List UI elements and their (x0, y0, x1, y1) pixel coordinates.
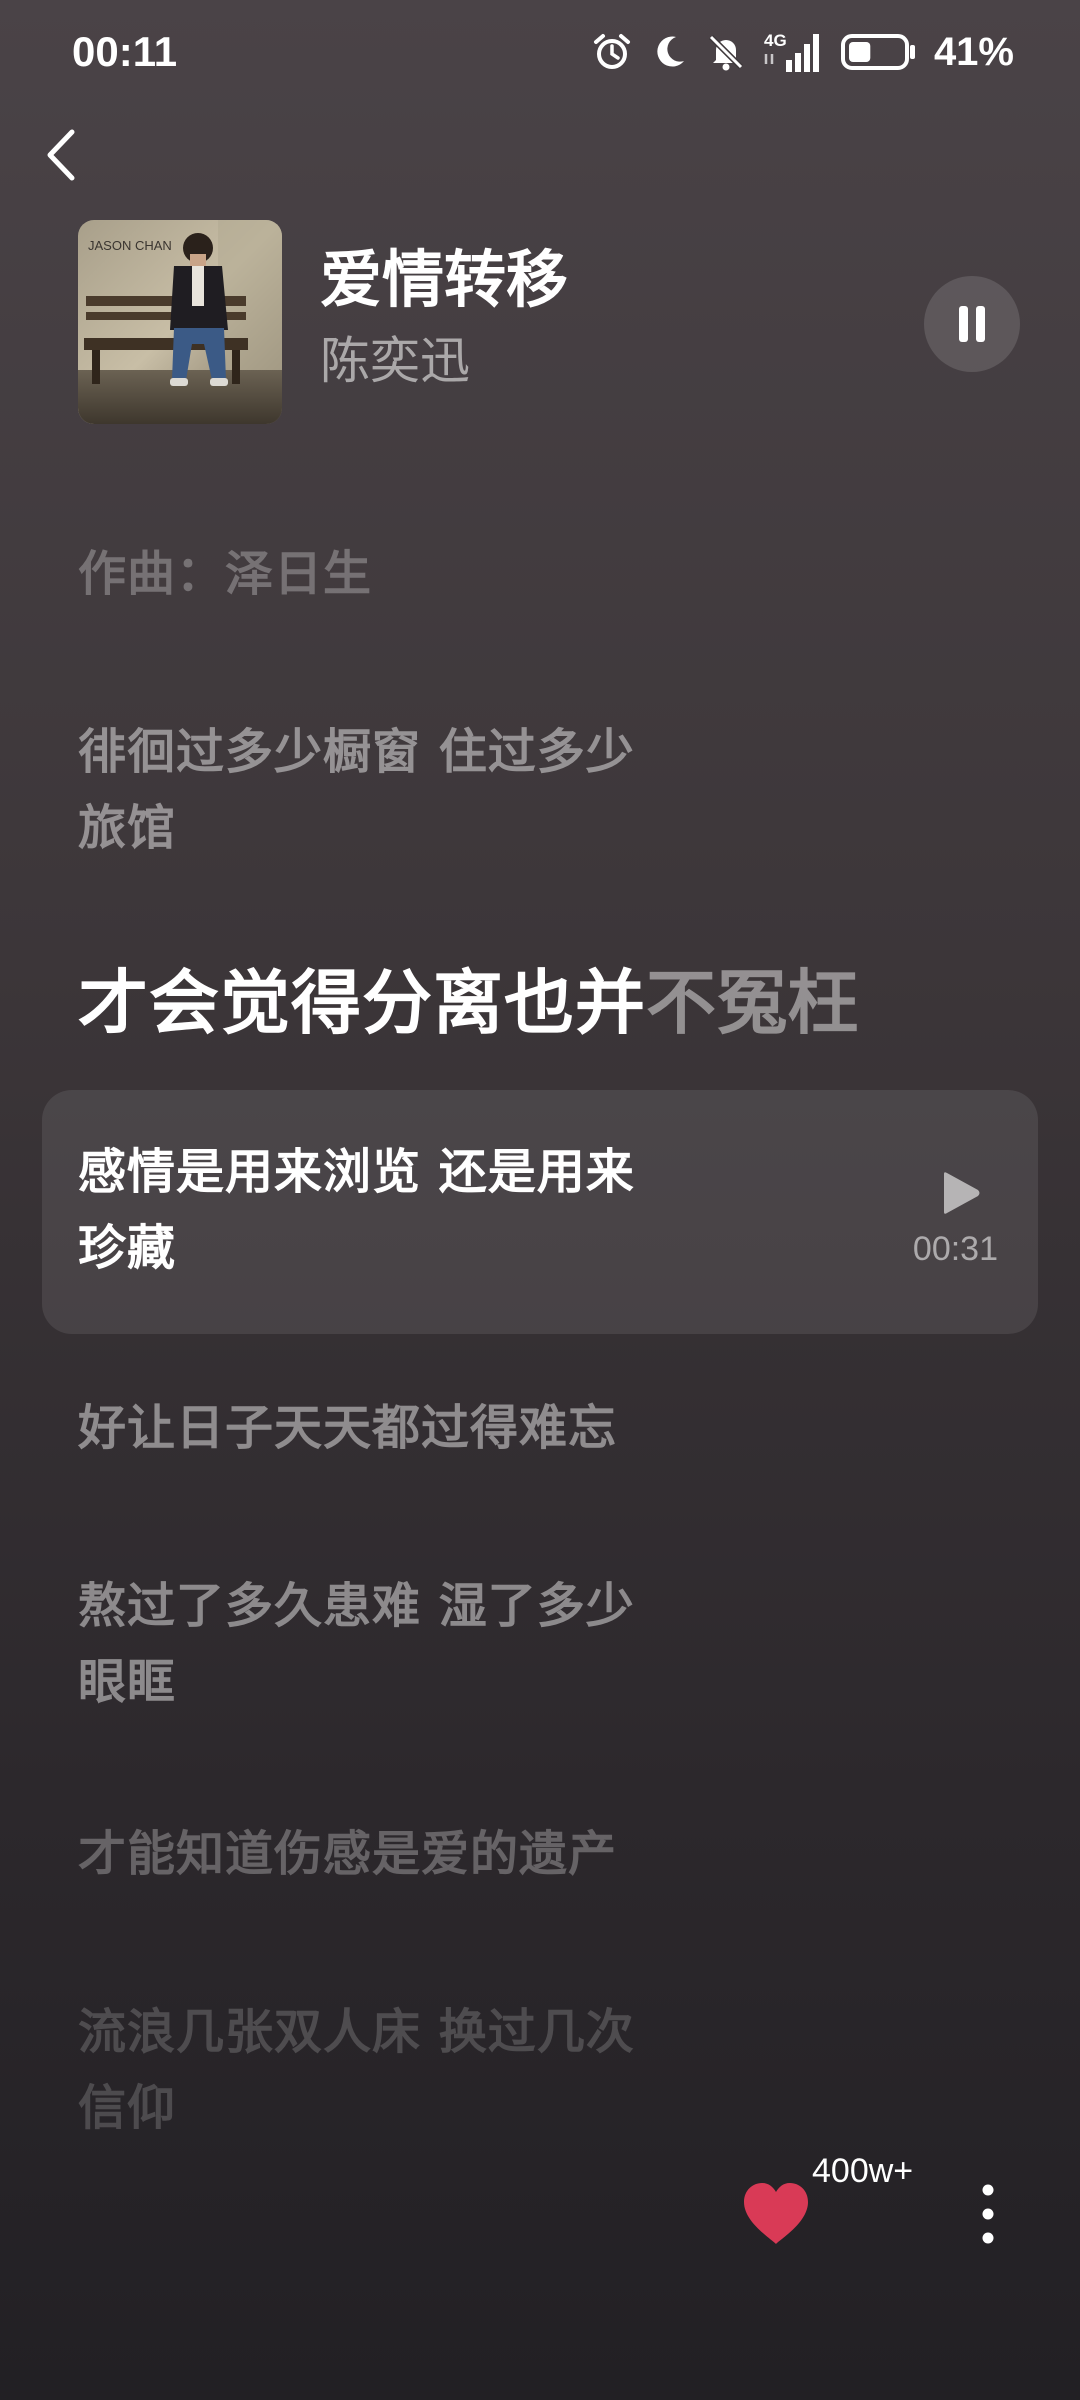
lyric-current-sung: 才会觉得分离也并 (78, 962, 646, 1044)
battery-percent: 41% (933, 30, 1014, 74)
selected-lyric-line[interactable]: 感情是用来浏览 还是用来珍藏 00:31 (42, 1090, 1038, 1334)
line-timestamp: 00:31 (912, 1230, 998, 1268)
lyric-line[interactable]: 流浪几张双人床 换过几次信仰 (78, 1994, 678, 2146)
more-vertical-icon (982, 2184, 994, 2244)
signal-icon: 4G (764, 30, 822, 74)
pause-button[interactable] (924, 276, 1020, 372)
lyric-current-unsung: 不冤枉 (646, 962, 859, 1044)
play-from-line-icon[interactable] (938, 1170, 982, 1216)
bell-off-icon (706, 32, 746, 72)
lyric-line[interactable]: 徘徊过多少橱窗 住过多少旅馆 (78, 714, 678, 866)
lyric-line[interactable]: 才能知道伤感是爱的遗产 (78, 1816, 678, 1892)
status-time: 00:11 (72, 28, 178, 75)
status-bar: 00:11 4G 41% (0, 0, 1080, 110)
selected-lyric-text: 感情是用来浏览 还是用来珍藏 (78, 1144, 635, 1276)
song-title: 爱情转移 (320, 243, 569, 316)
lyric-line-current[interactable]: 才会觉得分离也并不冤枉 (78, 958, 859, 1048)
chevron-left-icon (47, 129, 75, 181)
status-icons: 4G 41% (592, 22, 1014, 82)
heart-icon (744, 2183, 808, 2244)
album-art[interactable]: JASON CHAN (78, 220, 282, 424)
moon-icon (650, 33, 688, 71)
lyric-line[interactable]: 好让日子天天都过得难忘 (78, 1390, 678, 1466)
lyric-line-composer[interactable]: 作曲：泽日生 (78, 536, 678, 612)
alarm-icon (592, 32, 632, 72)
lyric-line[interactable]: 熬过了多久患难 湿了多少眼眶 (78, 1568, 678, 1720)
like-button[interactable] (740, 2180, 812, 2248)
more-options-button[interactable] (966, 2180, 1010, 2248)
network-label: 4G (764, 31, 787, 50)
artist-name[interactable]: 陈奕迅 (320, 326, 470, 396)
pause-icon (959, 306, 985, 342)
album-art-lettering: JASON CHAN (88, 238, 172, 253)
back-button[interactable] (34, 122, 94, 188)
like-count: 400w+ (812, 2152, 914, 2190)
battery-icon (840, 32, 916, 72)
